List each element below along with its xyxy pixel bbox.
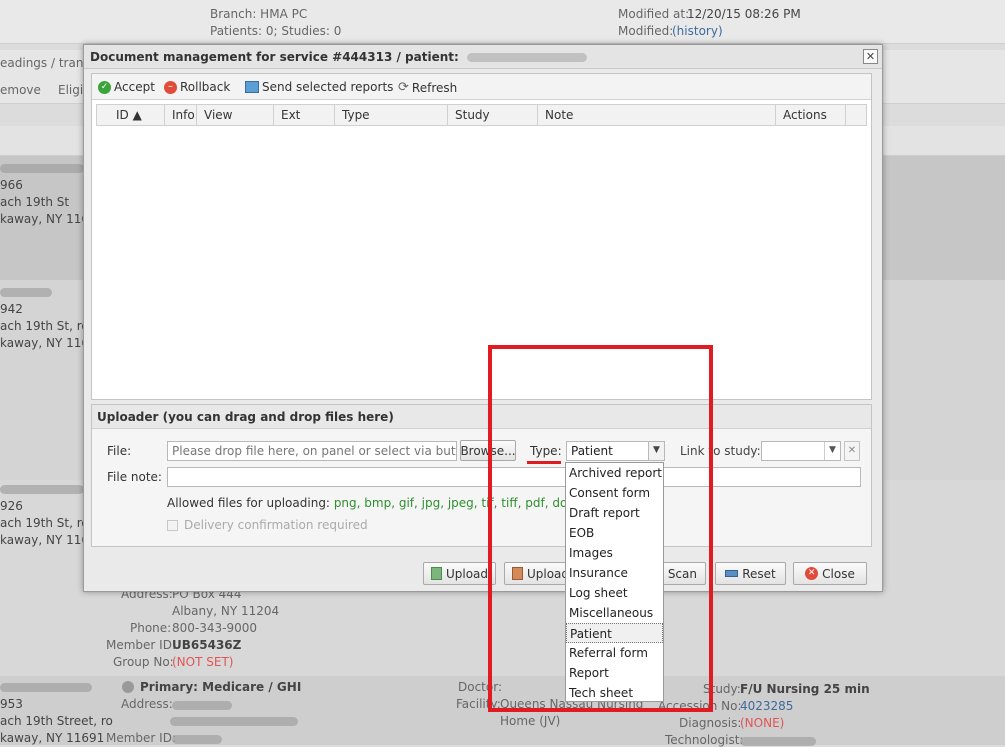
reset-button[interactable]: Reset bbox=[715, 562, 786, 585]
refresh-button[interactable]: ⟳ Refresh bbox=[398, 80, 457, 95]
document-management-dialog: Document management for service #444313 … bbox=[83, 44, 883, 592]
bg-eligibility-button[interactable]: Eligi bbox=[58, 83, 83, 97]
close-icon[interactable]: ✕ bbox=[863, 49, 878, 64]
close-label: Close bbox=[822, 566, 855, 581]
upload-icon bbox=[430, 567, 442, 580]
documents-toolbar: ✓ Accept – Rollback Send selected report… bbox=[92, 74, 871, 100]
blurred-address bbox=[170, 717, 298, 726]
facility-value-2: Home (JV) bbox=[500, 714, 561, 728]
bg-row-street: ach 19th St, roo bbox=[0, 516, 97, 530]
check-icon: ✓ bbox=[98, 80, 111, 94]
status-dot-icon bbox=[122, 681, 134, 693]
send-label: Send selected reports bbox=[262, 80, 394, 94]
rollback-label: Rollback bbox=[180, 80, 231, 94]
column-id[interactable]: ID ▲ bbox=[97, 105, 165, 125]
modified-at-value: 12/20/15 08:26 PM bbox=[687, 7, 801, 21]
delivery-checkbox[interactable] bbox=[167, 519, 178, 531]
blurred-member bbox=[172, 735, 222, 744]
file-input[interactable]: Please drop file here, on panel or selec… bbox=[167, 441, 457, 461]
clear-icon[interactable]: ✕ bbox=[844, 441, 860, 461]
bg-row-street: ach 19th St bbox=[0, 195, 70, 209]
uploader-heading: Uploader (you can drag and drop files he… bbox=[92, 405, 871, 429]
refresh-icon: ⟳ bbox=[398, 80, 409, 95]
bg-row-id: 966 bbox=[0, 178, 23, 192]
history-link[interactable]: (history) bbox=[672, 24, 723, 38]
branch-text: Branch: HMA PC bbox=[210, 7, 308, 21]
modified-at-label: Modified at: bbox=[618, 7, 690, 21]
ins-member-value: UB65436Z bbox=[172, 638, 242, 652]
blurred-name bbox=[0, 683, 92, 692]
blurred-patient-name bbox=[467, 53, 587, 62]
modified-label: Modified: bbox=[618, 24, 674, 38]
primary-member-label: Member ID: bbox=[106, 731, 176, 745]
documents-panel: ✓ Accept – Rollback Send selected report… bbox=[91, 73, 872, 400]
column-note[interactable]: Note bbox=[538, 105, 776, 125]
send-icon bbox=[245, 81, 259, 93]
allowed-files-label: Allowed files for uploading: bbox=[167, 496, 330, 510]
minus-icon: – bbox=[164, 80, 177, 94]
bg-row-id: 926 bbox=[0, 499, 23, 513]
bg-row-street: ach 19th Street, ro bbox=[0, 714, 113, 728]
delivery-label: Delivery confirmation required bbox=[184, 518, 368, 532]
reset-label: Reset bbox=[742, 566, 776, 581]
ins-group-label: Group No: bbox=[113, 655, 174, 669]
close-button[interactable]: ✕ Close bbox=[793, 562, 867, 585]
bg-row-id: 953 bbox=[0, 697, 23, 711]
column-view[interactable]: View bbox=[197, 105, 274, 125]
bg-row-id: 942 bbox=[0, 302, 23, 316]
ins-member-label: Member ID: bbox=[106, 638, 176, 652]
background-header bbox=[0, 0, 1005, 44]
highlight-underline bbox=[527, 461, 561, 464]
column-study[interactable]: Study bbox=[448, 105, 538, 125]
file-note-label: File note: bbox=[107, 470, 162, 484]
primary-address-label: Address: bbox=[121, 697, 173, 711]
accession-value[interactable]: 4023285 bbox=[740, 699, 793, 713]
delivery-confirmation[interactable]: Delivery confirmation required bbox=[167, 518, 368, 532]
documents-grid-header: ID ▲ Info View Ext Type Study Note Actio… bbox=[96, 104, 867, 126]
file-label: File: bbox=[107, 444, 132, 458]
study-value: F/U Nursing 25 min bbox=[740, 682, 870, 696]
bg-row-street: ach 19th St, roo bbox=[0, 319, 97, 333]
blurred-name bbox=[0, 485, 84, 494]
column-spacer bbox=[846, 105, 866, 125]
upload-label: Upload bbox=[445, 566, 489, 581]
diagnosis-value: (NONE) bbox=[740, 716, 785, 730]
uploader-panel: Uploader (you can drag and drop files he… bbox=[91, 404, 872, 547]
bg-tab-text[interactable]: eadings / transf bbox=[0, 56, 94, 70]
blurred-name bbox=[0, 164, 84, 173]
refresh-label: Refresh bbox=[411, 80, 458, 95]
chevron-down-icon[interactable]: ▼ bbox=[824, 442, 840, 460]
reset-icon bbox=[725, 570, 739, 577]
send-reports-button[interactable]: Send selected reports bbox=[245, 80, 393, 94]
link-study-select[interactable]: ▼ bbox=[761, 441, 841, 461]
column-actions[interactable]: Actions bbox=[776, 105, 846, 125]
ins-phone-label: Phone: bbox=[130, 621, 172, 635]
ins-group-value: (NOT SET) bbox=[172, 655, 234, 669]
blurred-address bbox=[172, 701, 232, 710]
ins-phone-value: 800-343-9000 bbox=[172, 621, 258, 635]
bg-remove-button[interactable]: emove bbox=[0, 83, 41, 97]
blurred-name bbox=[0, 288, 52, 297]
rollback-button[interactable]: – Rollback bbox=[164, 80, 230, 94]
column-type[interactable]: Type bbox=[335, 105, 448, 125]
column-info[interactable]: Info bbox=[165, 105, 197, 125]
dialog-title-bar[interactable]: Document management for service #444313 … bbox=[84, 45, 882, 69]
primary-insurance: Primary: Medicare / GHI bbox=[140, 680, 302, 694]
upload-button[interactable]: Upload bbox=[423, 562, 496, 585]
bg-row-city: kaway, NY 11691 bbox=[0, 731, 105, 745]
accept-button[interactable]: ✓ Accept bbox=[98, 80, 155, 94]
highlight-box bbox=[488, 345, 713, 712]
diagnosis-label: Diagnosis: bbox=[679, 716, 742, 730]
close-circle-icon: ✕ bbox=[805, 567, 819, 580]
column-ext[interactable]: Ext bbox=[274, 105, 335, 125]
patients-studies-text: Patients: 0; Studies: 0 bbox=[210, 24, 342, 38]
ins-address-city: Albany, NY 11204 bbox=[172, 604, 280, 618]
accept-label: Accept bbox=[114, 80, 155, 94]
dialog-title: Document management for service #444313 … bbox=[90, 50, 459, 64]
